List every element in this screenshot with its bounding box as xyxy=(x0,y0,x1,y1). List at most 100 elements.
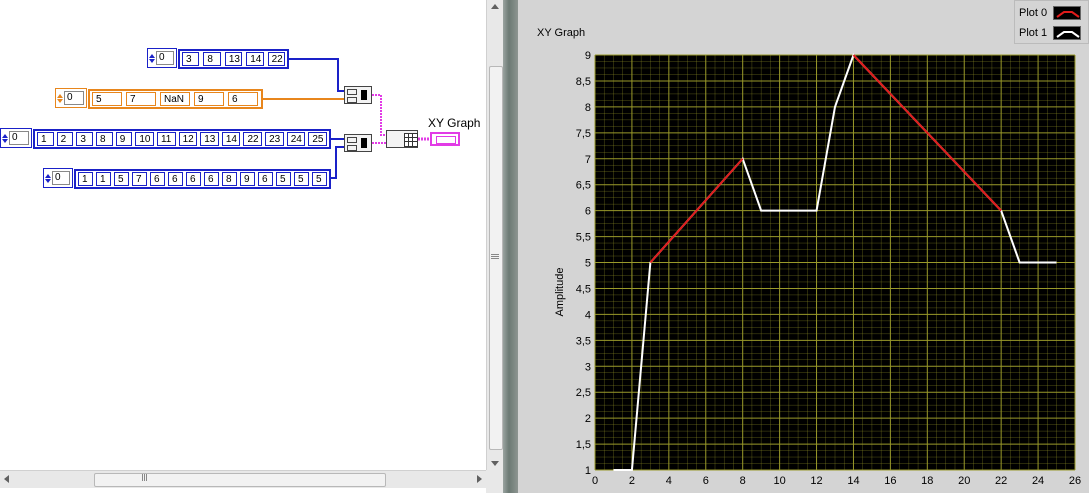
array-element[interactable]: 7 xyxy=(132,172,147,186)
array-element[interactable]: 6 xyxy=(186,172,201,186)
x-tick-label: 10 xyxy=(773,475,785,487)
array-element[interactable]: 9 xyxy=(240,172,255,186)
array-element[interactable]: 3 xyxy=(76,132,94,146)
array-element[interactable]: 14 xyxy=(246,52,264,66)
index-value[interactable]: 0 xyxy=(64,91,84,105)
x-tick-label: 14 xyxy=(847,475,859,487)
index-value[interactable]: 0 xyxy=(52,171,70,185)
scroll-up-icon[interactable] xyxy=(491,4,499,9)
index-value[interactable]: 0 xyxy=(9,131,29,145)
array-element[interactable]: 6 xyxy=(204,172,219,186)
window-separator xyxy=(503,0,518,493)
array-element[interactable]: 25 xyxy=(308,132,327,146)
array-element[interactable]: 9 xyxy=(194,92,224,106)
bundle-node-2[interactable] xyxy=(344,134,372,152)
xy-graph-terminal[interactable] xyxy=(430,132,460,146)
plot-legend[interactable]: Plot 0 Plot 1 xyxy=(1014,0,1089,44)
array-element[interactable]: 1 xyxy=(96,172,111,186)
array-element[interactable]: 10 xyxy=(135,132,154,146)
horizontal-scrollbar[interactable] xyxy=(0,470,486,488)
array-constant-2[interactable]: 5 7 NaN 9 6 xyxy=(88,89,263,109)
array-element[interactable]: 5 xyxy=(114,172,129,186)
array-element[interactable]: 5 xyxy=(92,92,122,106)
y-tick-label: 5 xyxy=(585,258,591,270)
scrollbar-corner xyxy=(486,470,503,493)
x-tick-label: 12 xyxy=(810,475,822,487)
wires xyxy=(263,58,430,179)
index-spinner[interactable] xyxy=(2,131,8,145)
x-tick-label: 22 xyxy=(995,475,1007,487)
index-spinner[interactable] xyxy=(57,91,63,105)
array-constant-1[interactable]: 3 8 13 14 22 xyxy=(178,49,289,69)
x-tick-label: 8 xyxy=(740,475,746,487)
array-element[interactable]: 11 xyxy=(156,132,176,146)
x-tick-label: 20 xyxy=(958,475,970,487)
array-element[interactable]: 24 xyxy=(286,132,306,146)
array-element[interactable]: 9 xyxy=(115,132,133,146)
y-tick-label: 8 xyxy=(585,102,591,114)
scroll-left-icon[interactable] xyxy=(4,475,9,483)
build-array-node[interactable] xyxy=(386,130,418,148)
array-index-4[interactable]: 0 xyxy=(43,168,73,188)
vertical-scrollbar[interactable] xyxy=(486,0,504,470)
array-index-1[interactable]: 0 xyxy=(147,48,177,68)
array-element[interactable]: 13 xyxy=(224,52,243,66)
plot-1-swatch-icon[interactable] xyxy=(1053,26,1082,40)
legend-label: Plot 0 xyxy=(1019,7,1048,19)
array-element[interactable]: 6 xyxy=(228,92,258,106)
y-tick-label: 7,5 xyxy=(576,128,591,140)
array-constant-4[interactable]: 1 1 5 7 6 6 6 6 8 9 6 5 5 5 xyxy=(74,169,331,189)
array-element[interactable]: 5 xyxy=(276,172,291,186)
legend-label: Plot 1 xyxy=(1019,27,1048,39)
y-tick-label: 1,5 xyxy=(576,439,591,451)
bundle-arrow-icon xyxy=(361,138,367,148)
array-element[interactable]: 6 xyxy=(258,172,273,186)
array-element[interactable]: 1 xyxy=(37,132,54,146)
array-index-3[interactable]: 0 xyxy=(0,128,32,148)
array-element[interactable]: 1 xyxy=(78,172,93,186)
scroll-thumb[interactable] xyxy=(94,473,386,487)
array-element[interactable]: 7 xyxy=(126,92,156,106)
array-element[interactable]: 8 xyxy=(96,132,113,146)
plot-0-swatch-icon[interactable] xyxy=(1053,6,1082,20)
array-element[interactable]: 6 xyxy=(150,172,165,186)
array-element[interactable]: 2 xyxy=(56,132,74,146)
array-index-2[interactable]: 0 xyxy=(55,88,87,108)
array-element[interactable]: 5 xyxy=(294,172,309,186)
index-value[interactable]: 0 xyxy=(156,51,174,65)
array-element[interactable]: 23 xyxy=(265,132,284,146)
array-element[interactable]: 22 xyxy=(243,132,263,146)
index-spinner[interactable] xyxy=(149,51,155,65)
scroll-right-icon[interactable] xyxy=(477,475,482,483)
array-element[interactable]: 13 xyxy=(200,132,219,146)
array-element[interactable]: 8 xyxy=(203,52,221,66)
x-tick-label: 6 xyxy=(703,475,709,487)
index-spinner[interactable] xyxy=(45,171,51,185)
bundle-node-1[interactable] xyxy=(344,86,372,104)
array-element[interactable]: 6 xyxy=(168,172,183,186)
scroll-down-icon[interactable] xyxy=(491,461,499,466)
y-tick-label: 1 xyxy=(585,465,591,477)
grip-icon xyxy=(491,254,499,255)
y-tick-label: 9 xyxy=(585,50,591,62)
legend-item-plot-1[interactable]: Plot 1 xyxy=(1019,24,1082,42)
graph-title: XY Graph xyxy=(537,27,586,39)
array-constant-3[interactable]: 1 2 3 8 9 10 11 12 13 14 22 23 24 25 xyxy=(33,129,331,149)
array-element[interactable]: NaN xyxy=(160,92,190,106)
array-element[interactable]: 22 xyxy=(267,52,286,66)
y-tick-label: 3 xyxy=(585,361,591,373)
array-element[interactable]: 14 xyxy=(221,132,241,146)
array-element[interactable]: 12 xyxy=(178,132,198,146)
scroll-thumb[interactable] xyxy=(489,66,503,450)
xy-graph-plot[interactable]: 0 2 4 6 8 10 12 14 16 18 20 22 24 2611,522,533,544,55… xyxy=(520,46,1089,493)
legend-item-plot-0[interactable]: Plot 0 xyxy=(1019,4,1082,22)
array-element[interactable]: 5 xyxy=(312,172,327,186)
y-tick-label: 2 xyxy=(585,413,591,425)
array-element[interactable]: 3 xyxy=(182,52,200,66)
y-tick-label: 5,5 xyxy=(576,232,591,244)
xy-graph-terminal-label: XY Graph xyxy=(428,116,481,130)
x-tick-label: 4 xyxy=(666,475,672,487)
y-tick-label: 8,5 xyxy=(576,76,591,88)
array-element[interactable]: 8 xyxy=(222,172,237,186)
x-tick-label: 24 xyxy=(1032,475,1044,487)
